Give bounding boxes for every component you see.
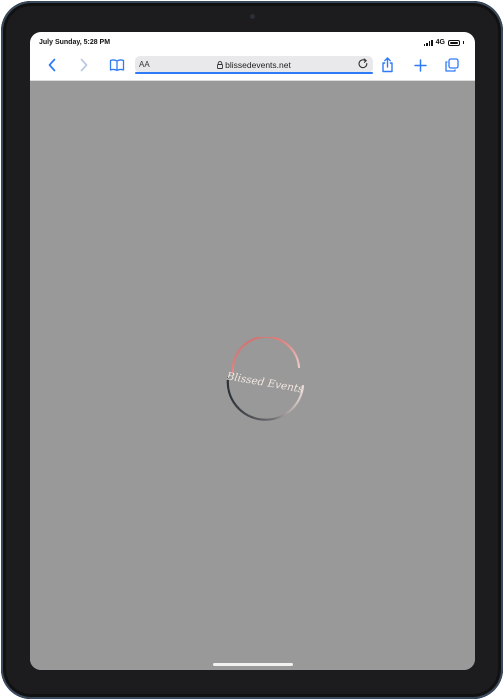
chevron-right-icon — [80, 58, 88, 72]
signal-icon — [423, 39, 433, 46]
chevron-left-icon — [48, 58, 56, 72]
page-content: Blissed Events — [30, 81, 475, 670]
bookmarks-button[interactable] — [108, 56, 126, 74]
browser-toolbar: AA blissedevents.net — [30, 51, 475, 81]
back-button[interactable] — [43, 56, 61, 74]
tabs-overview-button[interactable] — [443, 56, 461, 74]
lock-icon — [217, 60, 224, 69]
new-tab-button[interactable] — [411, 56, 429, 74]
tabs-icon — [445, 58, 459, 72]
screen: July Sunday, 5:28 PM 4G AA blissedevents… — [30, 32, 475, 670]
battery-icon — [448, 39, 460, 46]
page-load-progress — [135, 72, 373, 74]
share-icon — [381, 57, 393, 73]
home-indicator[interactable] — [213, 663, 293, 666]
logo-arc-top — [231, 337, 301, 375]
forward-button[interactable] — [75, 56, 93, 74]
battery-tip — [463, 41, 464, 44]
reload-icon[interactable] — [357, 58, 369, 70]
network-type: 4G — [435, 39, 445, 46]
front-camera — [250, 14, 255, 19]
book-icon — [109, 59, 125, 72]
logo-text: Blissed Events — [225, 370, 305, 396]
status-bar: July Sunday, 5:28 PM 4G — [30, 32, 475, 51]
url-display[interactable]: blissedevents.net — [135, 60, 373, 70]
ipad-frame: July Sunday, 5:28 PM 4G AA blissedevents… — [1, 1, 503, 699]
address-bar[interactable]: AA blissedevents.net — [135, 56, 373, 74]
url-text: blissedevents.net — [225, 59, 291, 70]
share-button[interactable] — [378, 56, 396, 74]
blissed-events-logo: Blissed Events — [225, 337, 305, 421]
plus-icon — [413, 58, 427, 72]
status-time: July Sunday, 5:28 PM — [39, 39, 111, 46]
status-indicators: 4G — [423, 39, 464, 46]
